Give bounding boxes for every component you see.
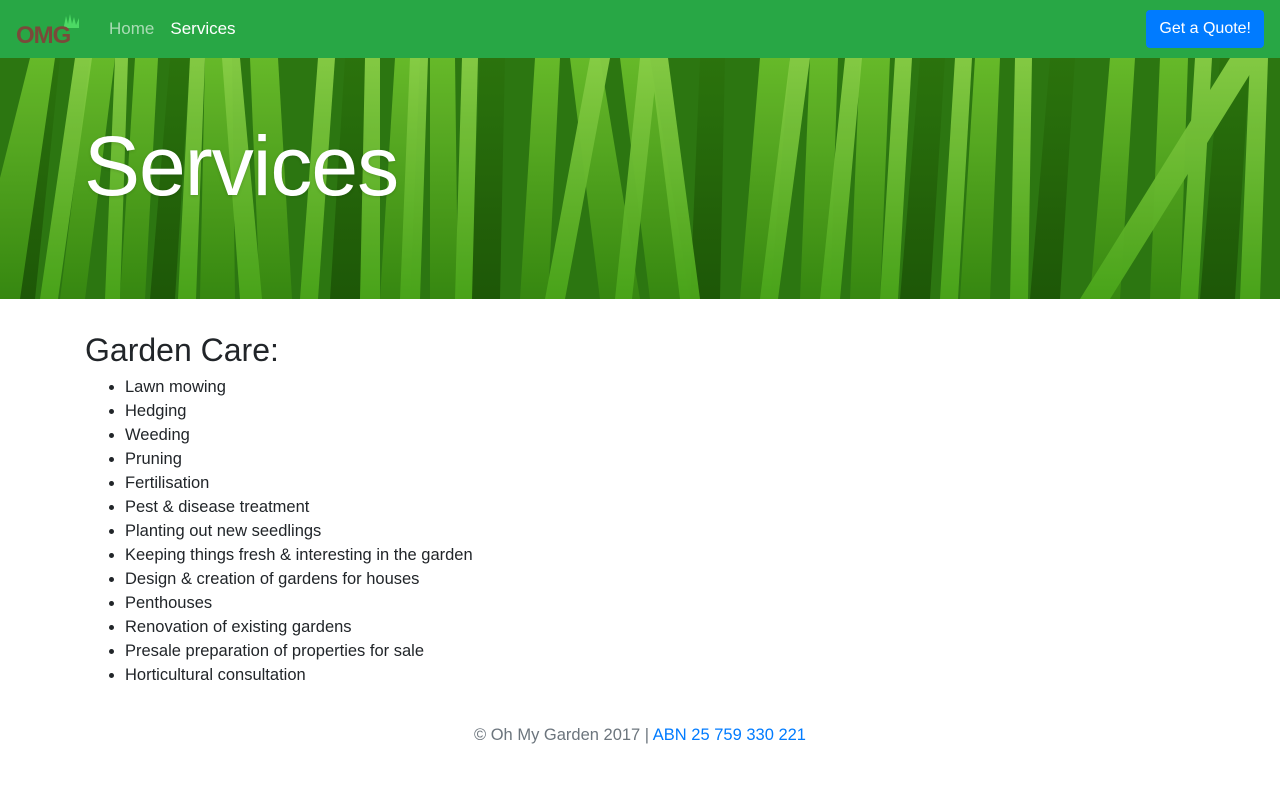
get-quote-button[interactable]: Get a Quote! xyxy=(1146,10,1264,48)
navbar: OMG Home Services Get a Quote! xyxy=(0,0,1280,58)
nav-link-home[interactable]: Home xyxy=(109,0,154,58)
nav-link-services[interactable]: Services xyxy=(170,0,235,58)
main-content: Garden Care: Lawn mowing Hedging Weeding… xyxy=(0,299,1280,687)
footer: © Oh My Garden 2017 | ABN 25 759 330 221 xyxy=(0,726,1280,745)
services-list: Lawn mowing Hedging Weeding Pruning Fert… xyxy=(85,375,1280,687)
list-item: Pest & disease treatment xyxy=(125,495,1280,519)
list-item: Renovation of existing gardens xyxy=(125,615,1280,639)
list-item: Penthouses xyxy=(125,591,1280,615)
list-item: Presale preparation of properties for sa… xyxy=(125,639,1280,663)
list-item: Fertilisation xyxy=(125,471,1280,495)
abn-link[interactable]: ABN 25 759 330 221 xyxy=(653,726,806,744)
omg-logo-icon: OMG xyxy=(16,14,79,46)
list-item: Lawn mowing xyxy=(125,375,1280,399)
list-item: Weeding xyxy=(125,423,1280,447)
hero-banner: Services xyxy=(0,58,1280,299)
footer-copyright: © Oh My Garden 2017 | xyxy=(473,726,653,744)
list-item: Horticultural consultation xyxy=(125,663,1280,687)
garden-care-heading: Garden Care: xyxy=(85,332,279,368)
list-item: Design & creation of gardens for houses xyxy=(125,567,1280,591)
list-item: Hedging xyxy=(125,399,1280,423)
brand-logo[interactable]: OMG xyxy=(16,12,84,46)
list-item: Planting out new seedlings xyxy=(125,519,1280,543)
list-item: Pruning xyxy=(125,447,1280,471)
brand-logo-text: OMG xyxy=(16,22,71,46)
page-title: Services xyxy=(84,119,399,213)
list-item: Keeping things fresh & interesting in th… xyxy=(125,543,1280,567)
